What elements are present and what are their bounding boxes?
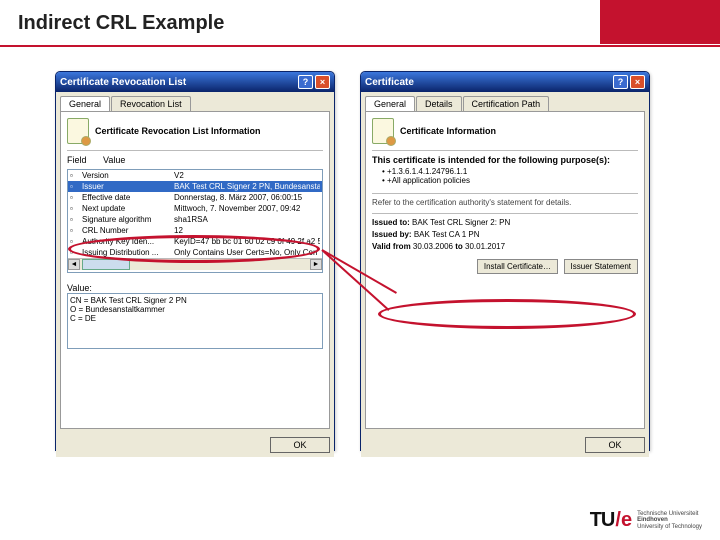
value-header: Value [103, 155, 139, 165]
divider [67, 150, 323, 151]
issued-by-label: Issued by: [372, 230, 412, 239]
crl-tabs: General Revocation List [56, 92, 334, 111]
cert-tabs: General Details Certification Path [361, 92, 649, 111]
row-icon: ▫ [70, 237, 82, 246]
cert-titlebar[interactable]: Certificate ? × [361, 72, 649, 92]
purpose-list: +1.3.6.1.4.1.24796.1.1 +All application … [372, 167, 638, 185]
cert-button-row: OK [361, 433, 649, 457]
purpose-item: +All application policies [382, 176, 638, 185]
tab-revocation-list[interactable]: Revocation List [111, 96, 191, 111]
crl-field-list[interactable]: ▫VersionV2 ▫IssuerBAK Test CRL Signer 2 … [67, 169, 323, 273]
scroll-left-icon[interactable]: ◄ [68, 259, 80, 270]
row-icon: ▫ [70, 204, 82, 213]
help-icon[interactable]: ? [298, 75, 313, 89]
footer-logo: TU/e Technische Universiteit Eindhoven U… [590, 509, 702, 532]
issued-by-value: BAK Test CA 1 PN [414, 230, 480, 239]
value-label: Value: [67, 283, 323, 293]
crl-titlebar[interactable]: Certificate Revocation List ? × [56, 72, 334, 92]
purpose-head: This certificate is intended for the fol… [372, 155, 638, 165]
crl-button-row: OK [56, 433, 334, 457]
value-box: Value: CN = BAK Test CRL Signer 2 PN O =… [67, 283, 323, 349]
tab-certification-path[interactable]: Certification Path [463, 96, 550, 111]
cert-info-title: Certificate Information [400, 126, 496, 136]
tab-general[interactable]: General [365, 96, 415, 111]
crl-title-text: Certificate Revocation List [60, 77, 296, 88]
list-row: ▫CRL Number12 [68, 225, 322, 236]
divider [372, 193, 638, 194]
ok-button[interactable]: OK [585, 437, 645, 453]
row-icon: ▫ [70, 248, 82, 257]
valid-from-value: 30.03.2006 [413, 242, 453, 251]
purpose-item: +1.3.6.1.4.1.24796.1.1 [382, 167, 638, 176]
university-name: Technische Universiteit Eindhoven Univer… [637, 511, 702, 531]
list-row: ▫Authority Key Iden...KeyID=47 bb bc 01 … [68, 236, 322, 247]
row-icon: ▫ [70, 182, 82, 191]
scroll-thumb[interactable] [82, 259, 130, 270]
cert-panel: Certificate Information This certificate… [365, 111, 645, 429]
crl-info-head: Certificate Revocation List Information [67, 118, 323, 144]
valid-to-label: to [455, 242, 463, 251]
crl-window: Certificate Revocation List ? × General … [55, 71, 335, 451]
tab-general[interactable]: General [60, 96, 110, 111]
issued-by-row: Issued by: BAK Test CA 1 PN [372, 230, 638, 239]
crl-list-icon [67, 118, 89, 144]
valid-row: Valid from 30.03.2006 to 30.01.2017 [372, 242, 638, 251]
cert-info-head: Certificate Information [372, 118, 638, 144]
ok-button[interactable]: OK [270, 437, 330, 453]
certificate-icon [372, 118, 394, 144]
list-row: ▫Signature algorithmsha1RSA [68, 214, 322, 225]
row-icon: ▫ [70, 171, 82, 180]
list-row: ▫VersionV2 [68, 170, 322, 181]
row-icon: ▫ [70, 215, 82, 224]
close-icon[interactable]: × [630, 75, 645, 89]
list-row: ▫Effective dateDonnerstag, 8. März 2007,… [68, 192, 322, 203]
help-icon[interactable]: ? [613, 75, 628, 89]
field-header: Field [67, 155, 103, 165]
issued-to-value: BAK Test CRL Signer 2: PN [412, 218, 510, 227]
scrollbar-horizontal[interactable]: ◄ ► [68, 258, 322, 270]
divider [372, 213, 638, 214]
crl-info-title: Certificate Revocation List Information [95, 126, 261, 136]
list-row: ▫Next updateMittwoch, 7. November 2007, … [68, 203, 322, 214]
valid-from-label: Valid from [372, 242, 411, 251]
divider [372, 150, 638, 151]
row-icon: ▫ [70, 226, 82, 235]
issued-to-row: Issued to: BAK Test CRL Signer 2: PN [372, 218, 638, 227]
content-area: Certificate Revocation List ? × General … [0, 47, 720, 477]
list-row: ▫Issuing Distribution ...Only Contains U… [68, 247, 322, 258]
issued-to-label: Issued to: [372, 218, 410, 227]
ca-note: Refer to the certification authority's s… [372, 198, 638, 207]
value-textarea[interactable]: CN = BAK Test CRL Signer 2 PN O = Bundes… [67, 293, 323, 349]
red-accent-bar [600, 0, 720, 44]
row-icon: ▫ [70, 193, 82, 202]
scroll-track[interactable] [130, 259, 310, 270]
valid-to-value: 30.01.2017 [465, 242, 505, 251]
column-headers: Field Value [67, 155, 323, 165]
close-icon[interactable]: × [315, 75, 330, 89]
tue-logo: TU/e [590, 509, 631, 532]
crl-panel: Certificate Revocation List Information … [60, 111, 330, 429]
list-row-selected[interactable]: ▫IssuerBAK Test CRL Signer 2 PN, Bundesa… [68, 181, 322, 192]
slide-header: Indirect CRL Example [0, 0, 720, 45]
issuer-statement-button[interactable]: Issuer Statement [564, 259, 638, 274]
tab-details[interactable]: Details [416, 96, 462, 111]
cert-inner-buttons: Install Certificate… Issuer Statement [372, 259, 638, 274]
cert-title-text: Certificate [365, 77, 611, 88]
scroll-right-icon[interactable]: ► [310, 259, 322, 270]
cert-window: Certificate ? × General Details Certific… [360, 71, 650, 451]
install-certificate-button[interactable]: Install Certificate… [477, 259, 558, 274]
